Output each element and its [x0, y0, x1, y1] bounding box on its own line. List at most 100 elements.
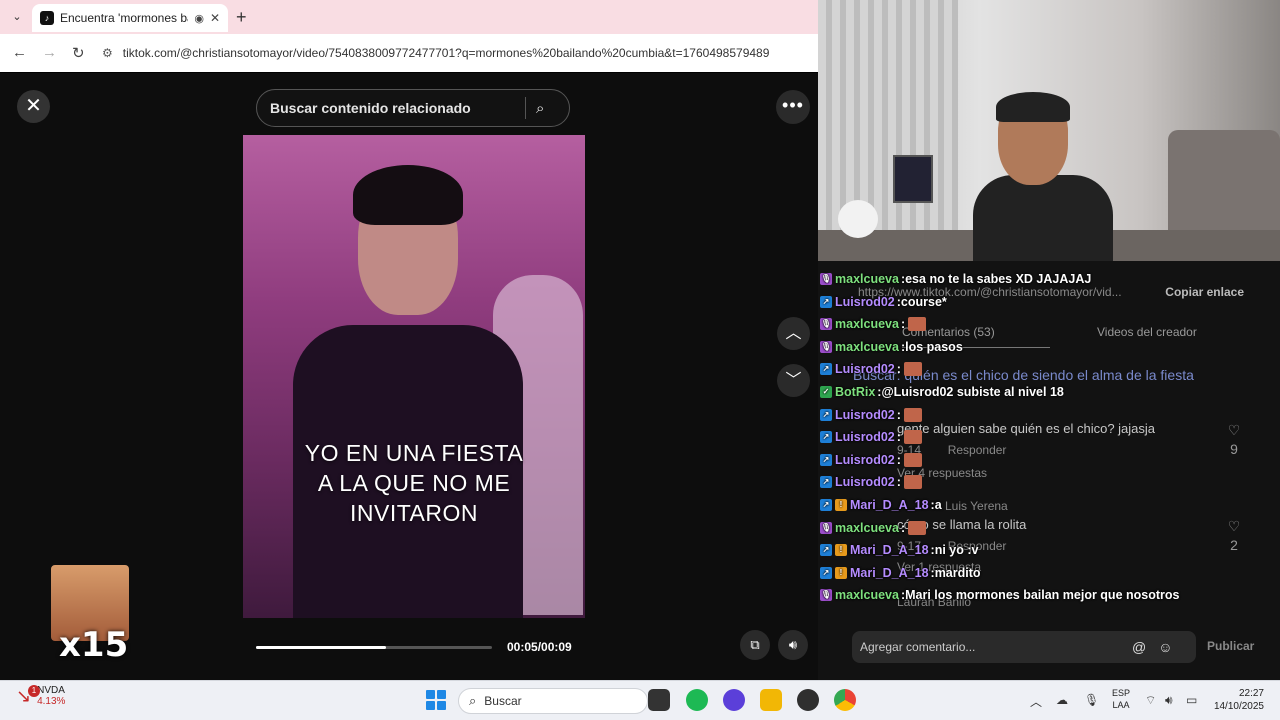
more-options-icon[interactable]: •••	[776, 90, 810, 124]
chat-separator: :	[896, 475, 901, 490]
stock-widget[interactable]: ↘ 1 NVDA 4.13%	[16, 685, 65, 707]
chat-username[interactable]: Luisrod02	[835, 295, 895, 309]
caption-line-1: YO EN UNA FIESTA	[304, 440, 524, 466]
new-tab-icon[interactable]: +	[236, 7, 247, 28]
stream-chat-overlay: 🎙 maxlcueva: esa no te la sabes XD JAJAJA…	[818, 261, 1280, 606]
chat-username[interactable]: maxlcueva	[835, 272, 899, 286]
battery-icon[interactable]: ▭	[1186, 693, 1197, 707]
chrome-icon[interactable]	[834, 689, 856, 711]
tray-chevron-up-icon[interactable]: ︿	[1030, 693, 1042, 710]
address-bar-row: ← → ↻ ⚙ tiktok.com/@christiansotomayor/v…	[0, 34, 818, 72]
task-view-icon[interactable]	[648, 689, 670, 711]
previous-video-chevron-up-icon[interactable]: ︿	[777, 317, 810, 350]
mention-icon[interactable]: @	[1132, 639, 1146, 655]
clock-time: 22:27	[1238, 688, 1264, 699]
forward-arrow-icon[interactable]: →	[42, 44, 57, 61]
volume-icon[interactable]: 🔊︎	[1165, 693, 1173, 708]
windows-start-icon[interactable]	[426, 690, 446, 710]
chat-message: ↗ Luisrod02:	[820, 427, 922, 447]
chat-username[interactable]: Luisrod02	[835, 408, 895, 422]
spotify-icon[interactable]	[686, 689, 708, 711]
clock[interactable]: 22:27 14/10/2025	[1208, 687, 1264, 713]
onedrive-icon[interactable]: ☁	[1056, 693, 1068, 707]
tab-audio-icon[interactable]: ◉	[194, 12, 204, 25]
chat-message: ✓ BotRix: @Luisrod02 subiste al nivel 18	[820, 382, 1064, 402]
video-viewer: ✕ ••• ⌕ YO EN UNA FIESTA A LA QUE NO ME …	[0, 73, 818, 680]
chat-message: 🎙 maxlcueva: los pasos	[820, 337, 963, 357]
chat-message: ↗ Luisrod02:	[820, 405, 922, 425]
chat-message: ↗ Luisrod02:	[820, 472, 922, 492]
back-arrow-icon[interactable]: ←	[12, 44, 27, 61]
close-viewer-button[interactable]: ✕	[17, 90, 50, 123]
chat-username[interactable]: maxlcueva	[835, 588, 899, 602]
video-frame[interactable]: YO EN UNA FIESTA A LA QUE NO ME INVITARO…	[243, 135, 585, 618]
publish-button[interactable]: Publicar	[1207, 639, 1254, 653]
comment-input-box: @ ☺	[852, 631, 1196, 663]
chat-message: 🎙 maxlcueva: Mari los mormones bailan mej…	[820, 585, 1179, 605]
volume-icon[interactable]: 🔊︎	[778, 630, 808, 660]
dancer-figure	[293, 165, 523, 618]
tab-search-chevron-icon[interactable]: ⌄	[8, 8, 26, 26]
chat-username[interactable]: Luisrod02	[835, 430, 895, 444]
related-search-box: ⌕	[256, 89, 570, 127]
search-icon: ⌕	[469, 693, 477, 708]
chat-username[interactable]: maxlcueva	[835, 317, 899, 331]
emoji-icon[interactable]: ☺	[1158, 639, 1172, 655]
chat-emote-icon	[903, 475, 922, 490]
chat-username[interactable]: Luisrod02	[835, 362, 895, 376]
chat-badge-icon: ↗	[820, 363, 832, 376]
url-text: tiktok.com/@christiansotomayor/video/754…	[122, 46, 770, 60]
file-explorer-icon[interactable]	[760, 689, 782, 711]
chat-separator: :	[900, 520, 906, 535]
floating-player-icon[interactable]: ⧉	[740, 630, 770, 660]
reload-icon[interactable]: ↻	[72, 44, 85, 62]
chat-username[interactable]: Mari_D_A_18	[850, 543, 929, 557]
language-indicator[interactable]: ESP LAA	[1112, 687, 1130, 711]
chat-badge-icon: !	[835, 566, 847, 579]
chat-username[interactable]: Luisrod02	[835, 475, 895, 489]
chat-username[interactable]: Mari_D_A_18	[850, 498, 929, 512]
comment-input[interactable]	[860, 640, 1120, 654]
video-caption: YO EN UNA FIESTA A LA QUE NO ME INVITARO…	[243, 438, 585, 528]
tiktok-favicon-icon: ♪	[40, 11, 54, 25]
wifi-icon[interactable]: ⌔	[1145, 693, 1156, 708]
taskbar-search-input[interactable]	[484, 694, 625, 708]
chat-username[interactable]: Luisrod02	[835, 453, 895, 467]
chat-message: 🎙 maxlcueva: esa no te la sabes XD JAJAJA…	[820, 269, 1091, 289]
url-field[interactable]: ⚙ tiktok.com/@christiansotomayor/video/7…	[102, 40, 810, 66]
chat-badge-icon: !	[835, 499, 847, 511]
emote-multiplier: x15	[59, 625, 129, 665]
chat-separator: :	[896, 362, 901, 377]
next-video-chevron-down-icon[interactable]: ﹀	[777, 364, 810, 397]
microphone-icon[interactable]: 🎙︎	[1084, 693, 1099, 707]
obs-icon[interactable]	[723, 689, 745, 711]
chat-message: ↗ Luisrod02:	[820, 359, 922, 379]
video-time: 00:05/00:09	[507, 640, 572, 654]
windows-taskbar: ↘ 1 NVDA 4.13% ⌕ ︿ ☁ 🎙︎ ESP LAA ⌔ 🔊︎ ▭ 2…	[0, 680, 1280, 720]
chat-username[interactable]: maxlcueva	[835, 521, 899, 535]
chat-badge-icon: ↗	[820, 499, 832, 511]
app-icon[interactable]	[797, 689, 819, 711]
stock-notification-badge: 1	[28, 685, 40, 697]
chat-username[interactable]: BotRix	[835, 385, 875, 399]
tab-close-icon[interactable]: ✕	[210, 11, 220, 25]
site-info-icon[interactable]: ⚙	[102, 46, 113, 60]
chat-emote-icon	[903, 452, 922, 467]
chat-badge-icon: 🎙	[820, 340, 832, 353]
chat-message: ↗! Mari_D_A_18: mardito	[820, 563, 981, 583]
search-icon[interactable]: ⌕	[536, 100, 544, 117]
chat-badge-icon: 🎙	[820, 589, 832, 602]
chat-badge-icon: 🎙	[820, 521, 832, 534]
lang-bottom: LAA	[1112, 700, 1130, 710]
chat-emote-icon	[903, 430, 922, 445]
chat-badge-icon: ↗	[820, 408, 832, 421]
chat-username[interactable]: Mari_D_A_18	[850, 566, 929, 580]
browser-tab[interactable]: ♪ Encuentra 'mormones baila ◉ ✕	[32, 4, 228, 32]
chat-badge-icon: 🎙	[820, 318, 832, 331]
chat-username[interactable]: maxlcueva	[835, 340, 899, 354]
progress-bar[interactable]	[256, 646, 492, 649]
related-search-input[interactable]	[270, 100, 525, 116]
comment-bar: @ ☺ Publicar	[818, 620, 1280, 680]
chat-text: a	[934, 498, 942, 512]
chat-badge-icon: ✓	[820, 386, 832, 398]
